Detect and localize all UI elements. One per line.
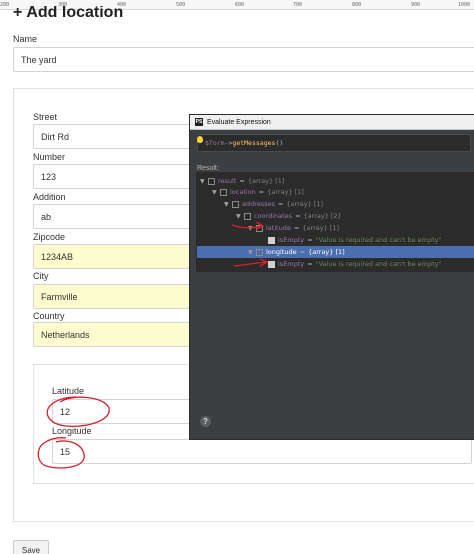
page-title-text: Add location — [26, 6, 124, 18]
page-title: + Add location — [13, 6, 123, 18]
array-icon — [256, 248, 263, 256]
array-icon — [220, 188, 227, 196]
ruler-tick: 600 — [235, 2, 245, 8]
ruler-tick: 800 — [352, 2, 362, 8]
array-icon — [256, 224, 263, 232]
expand-arrow-icon[interactable]: ▼ — [236, 213, 244, 220]
zipcode-label: Zipcode — [33, 232, 66, 242]
field-icon — [268, 236, 275, 244]
latitude-label: Latitude — [52, 386, 85, 396]
ruler-tick: 1000 — [458, 2, 471, 8]
array-icon — [232, 200, 239, 208]
tree-row[interactable]: ▼ location = {array} [1] — [212, 186, 304, 198]
result-label: Result: — [197, 165, 219, 172]
field-icon — [268, 260, 275, 268]
ruler-tick: 900 — [411, 2, 421, 8]
street-label: Street — [33, 112, 58, 122]
array-icon — [244, 212, 251, 220]
plus-icon: + — [13, 6, 23, 18]
addition-label: Addition — [33, 192, 66, 202]
country-label: Country — [33, 311, 65, 321]
tree-row-selected[interactable]: ▼ longitude = {array} [1] — [197, 246, 474, 258]
longitude-field[interactable]: 15 — [52, 439, 472, 464]
dialog-title: Evaluate Expression — [207, 118, 271, 126]
expand-arrow-icon[interactable]: ▼ — [212, 189, 220, 196]
expression-arrow: -> — [224, 139, 233, 147]
expression-input[interactable]: $form -> getMessages() — [197, 134, 471, 152]
number-label: Number — [33, 152, 66, 162]
expand-arrow-icon[interactable]: ▼ — [248, 249, 256, 256]
lightbulb-icon[interactable] — [197, 136, 203, 143]
tree-row[interactable]: isEmpty = "Value is required and can't be … — [260, 258, 441, 270]
array-icon — [208, 177, 215, 185]
expression-parens: () — [275, 139, 284, 147]
ruler-tick: 500 — [176, 2, 186, 8]
name-field[interactable]: The yard — [13, 47, 474, 72]
expand-arrow-icon[interactable]: ▼ — [248, 225, 256, 232]
ruler-tick: 200 — [0, 2, 10, 8]
name-label: Name — [13, 34, 38, 44]
tree-row[interactable]: isEmpty = "Value is required and can't be … — [260, 234, 441, 246]
tree-row[interactable]: ▼ latitude = {array} [1] — [248, 222, 339, 234]
tree-row[interactable]: ▼ coordinates = {array} [2] — [236, 210, 340, 222]
dialog-titlebar[interactable]: PS Evaluate Expression — [190, 115, 474, 130]
evaluate-expression-dialog: PS Evaluate Expression — [189, 114, 474, 440]
longitude-label: Longitude — [52, 426, 92, 436]
phpstorm-icon: PS — [195, 118, 203, 126]
help-icon[interactable]: ? — [200, 416, 211, 427]
expression-method: getMessages — [232, 139, 276, 147]
expand-arrow-icon[interactable]: ▼ — [200, 178, 208, 185]
city-label: City — [33, 271, 49, 281]
save-button[interactable]: Save — [13, 540, 49, 554]
expand-arrow-icon[interactable]: ▼ — [224, 201, 232, 208]
tree-row[interactable]: ▼ addresses = {array} [1] — [224, 198, 323, 210]
expression-variable: $form — [205, 139, 225, 147]
ruler-tick: 700 — [293, 2, 303, 8]
